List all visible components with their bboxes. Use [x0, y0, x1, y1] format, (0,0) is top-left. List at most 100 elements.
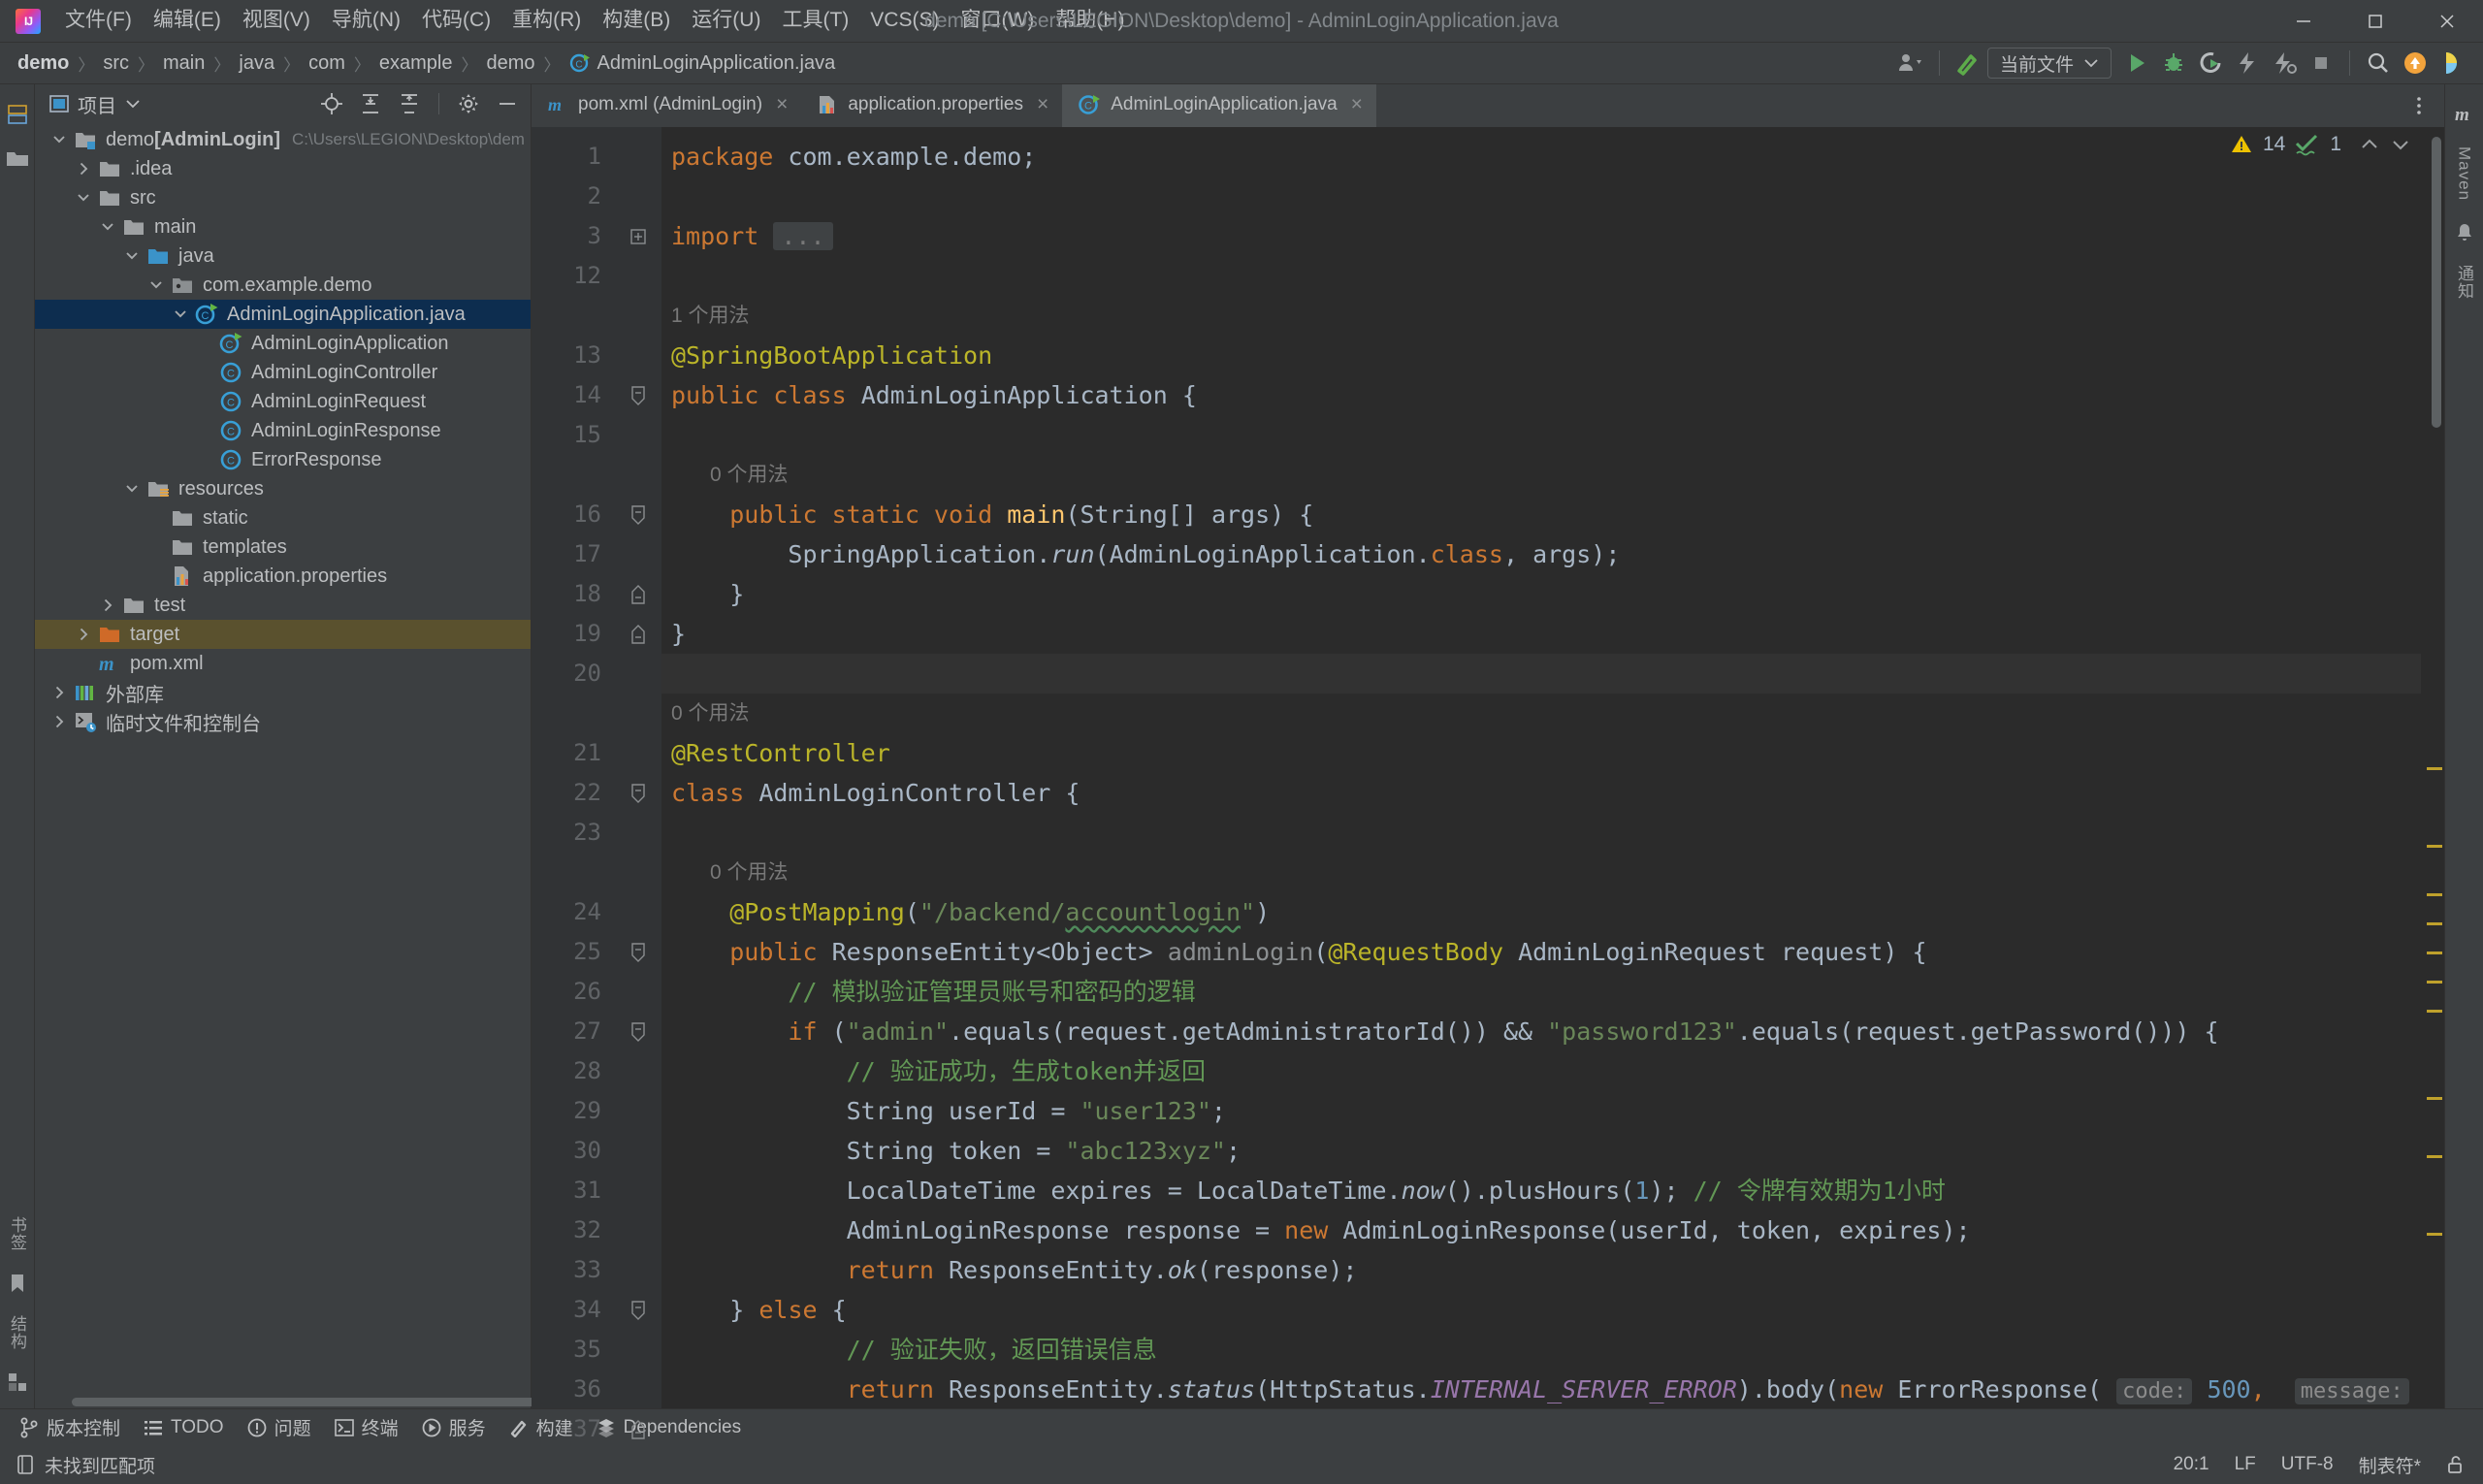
tree-node-templates[interactable]: templates [35, 532, 531, 562]
run-with-coverage-icon[interactable] [2193, 47, 2228, 80]
user-profile-icon[interactable] [1893, 47, 1928, 80]
code-line-31[interactable]: LocalDateTime expires = LocalDateTime.no… [661, 1171, 2421, 1210]
usage-hint[interactable]: 1 个用法 [661, 296, 2421, 336]
fold-toggle-icon[interactable] [615, 574, 661, 614]
tree-node-static[interactable]: static [35, 503, 531, 532]
tree-node-src[interactable]: src [35, 183, 531, 212]
fold-toggle-icon[interactable] [615, 495, 661, 534]
stop-icon[interactable] [2304, 47, 2338, 80]
tab-adminloginapplication-java[interactable]: C AdminLoginApplication.java × [1062, 84, 1376, 127]
unlocked-icon[interactable] [2446, 1454, 2466, 1475]
breadcrumb-item-src[interactable]: src [99, 50, 133, 77]
attach-profiler-icon[interactable] [2267, 47, 2302, 80]
code-folding-gutter[interactable] [615, 127, 661, 1439]
code-content[interactable]: package com.example.demo; import ... 1 个用法… [661, 127, 2421, 1408]
code-line-21[interactable]: @RestController [661, 733, 2421, 773]
tree-expand-arrow-icon[interactable] [119, 480, 145, 498]
code-line-36[interactable]: return ResponseEntity.status(HttpStatus.… [661, 1370, 2421, 1408]
tree-node-java[interactable]: java [35, 242, 531, 271]
code-editor[interactable]: 123121314▶1516▶171819202122232425@262728… [532, 127, 2444, 1442]
sidebar-item-structure[interactable]: 结构 [3, 1306, 31, 1360]
code-line-12[interactable] [661, 256, 2421, 296]
code-line-19[interactable]: } [661, 614, 2421, 654]
tree-node-com.example.demo[interactable]: com.example.demo [35, 271, 531, 300]
tab-pom-xml[interactable]: m pom.xml (AdminLogin) × [532, 84, 801, 127]
tree-node-application.properties[interactable]: application.properties [35, 562, 531, 591]
bottom-item-terminal[interactable]: 终端 [325, 1411, 408, 1443]
close-icon[interactable]: × [1351, 93, 1363, 116]
tree-expand-arrow-icon[interactable] [119, 247, 145, 265]
breadcrumb-item-demo-pkg[interactable]: demo [482, 50, 538, 77]
fold-toggle-icon[interactable] [615, 773, 661, 813]
tree-node-adminloginresponse[interactable]: C AdminLoginResponse [35, 416, 531, 445]
hammer-build-icon[interactable] [1951, 47, 1985, 80]
tree-node-demo[interactable]: demo [AdminLogin] C:\Users\LEGION\Desktop… [35, 125, 531, 154]
fold-toggle-icon[interactable] [615, 614, 661, 654]
ai-assistant-icon[interactable] [2435, 47, 2469, 80]
structure-icon[interactable] [3, 100, 32, 129]
breadcrumb-item-example[interactable]: example [375, 50, 457, 77]
code-line-15[interactable] [661, 415, 2421, 455]
code-line-16[interactable]: public static void main(String[] args) { [661, 495, 2421, 534]
maven-icon[interactable]: m [2450, 100, 2479, 129]
chevron-down-icon[interactable] [2390, 137, 2411, 152]
tree-expand-arrow-icon[interactable] [47, 131, 72, 148]
tree-node-adminlogincontroller[interactable]: C AdminLoginController [35, 358, 531, 387]
code-line-25[interactable]: public ResponseEntity<Object> adminLogin… [661, 932, 2421, 972]
code-line-28[interactable]: // 验证成功，生成token并返回 [661, 1051, 2421, 1091]
editor-marker-lane[interactable] [2421, 127, 2444, 1408]
sidebar-item-maven[interactable]: Maven [2453, 137, 2476, 210]
code-line-22[interactable]: class AdminLoginController { [661, 773, 2421, 813]
menu-refactor[interactable]: 重构(R) [501, 4, 592, 37]
menu-code[interactable]: 代码(C) [411, 4, 501, 37]
menu-run[interactable]: 运行(U) [681, 4, 771, 37]
code-line-32[interactable]: AdminLoginResponse response = new AdminL… [661, 1210, 2421, 1250]
code-line-2[interactable] [661, 177, 2421, 216]
code-line-33[interactable]: return ResponseEntity.ok(response); [661, 1250, 2421, 1290]
fold-toggle-icon[interactable] [615, 932, 661, 972]
tab-application-properties[interactable]: application.properties × [801, 84, 1062, 127]
sidebar-item-notifications[interactable]: 通知 [2450, 255, 2478, 309]
folder-icon[interactable] [3, 145, 32, 174]
project-panel-scrollbar[interactable] [35, 1397, 566, 1408]
code-line-34[interactable]: } else { [661, 1290, 2421, 1330]
fold-toggle-icon[interactable] [615, 1012, 661, 1051]
usage-hint[interactable]: 0 个用法 [661, 455, 2421, 495]
debug-icon[interactable] [2156, 47, 2191, 80]
editor-vertical-scrollbar[interactable] [2432, 137, 2441, 428]
tree-node--[interactable]: 外部库 [35, 678, 531, 707]
tree-node-main[interactable]: main [35, 212, 531, 242]
usage-hint[interactable]: 0 个用法 [661, 853, 2421, 892]
tree-node-test[interactable]: test [35, 591, 531, 620]
tree-expand-arrow-icon[interactable] [47, 713, 72, 730]
code-line-23[interactable] [661, 813, 2421, 853]
breadcrumb-item-file[interactable]: C AdminLoginApplication.java [565, 50, 840, 77]
tree-node-adminloginrequest[interactable]: C AdminLoginRequest [35, 387, 531, 416]
settings-gear-icon[interactable] [453, 89, 484, 118]
chevron-up-icon[interactable] [2359, 137, 2380, 152]
search-everywhere-icon[interactable] [2361, 47, 2396, 80]
bookmark-icon[interactable] [3, 1269, 32, 1298]
menu-help[interactable]: 帮助(H) [1045, 4, 1135, 37]
code-line-26[interactable]: // 模拟验证管理员账号和密码的逻辑 [661, 972, 2421, 1012]
maximize-icon[interactable] [2339, 0, 2411, 43]
line-separator[interactable]: LF [2235, 1454, 2256, 1475]
breadcrumb-item-com[interactable]: com [305, 50, 349, 77]
code-line-29[interactable]: String userId = "user123"; [661, 1091, 2421, 1131]
fold-toggle-icon[interactable] [615, 1290, 661, 1330]
tree-node-.idea[interactable]: .idea [35, 154, 531, 183]
tree-node-pom.xml[interactable]: m pom.xml [35, 649, 531, 678]
code-line-30[interactable]: String token = "abc123xyz"; [661, 1131, 2421, 1171]
tree-expand-arrow-icon[interactable] [95, 218, 120, 236]
updates-available-icon[interactable] [2398, 47, 2433, 80]
close-icon[interactable]: × [776, 93, 788, 116]
code-line-14[interactable]: public class AdminLoginApplication { [661, 375, 2421, 415]
run-icon[interactable] [2119, 47, 2154, 80]
tree-expand-arrow-icon[interactable] [95, 597, 120, 614]
inspection-widget[interactable]: 14 1 [2230, 133, 2411, 156]
breadcrumb-item-demo[interactable]: demo [14, 50, 73, 77]
code-line-35[interactable]: // 验证失败，返回错误信息 [661, 1330, 2421, 1370]
breadcrumb-item-java[interactable]: java [235, 50, 278, 77]
file-encoding[interactable]: UTF-8 [2281, 1454, 2334, 1475]
menu-navigate[interactable]: 导航(N) [321, 4, 411, 37]
